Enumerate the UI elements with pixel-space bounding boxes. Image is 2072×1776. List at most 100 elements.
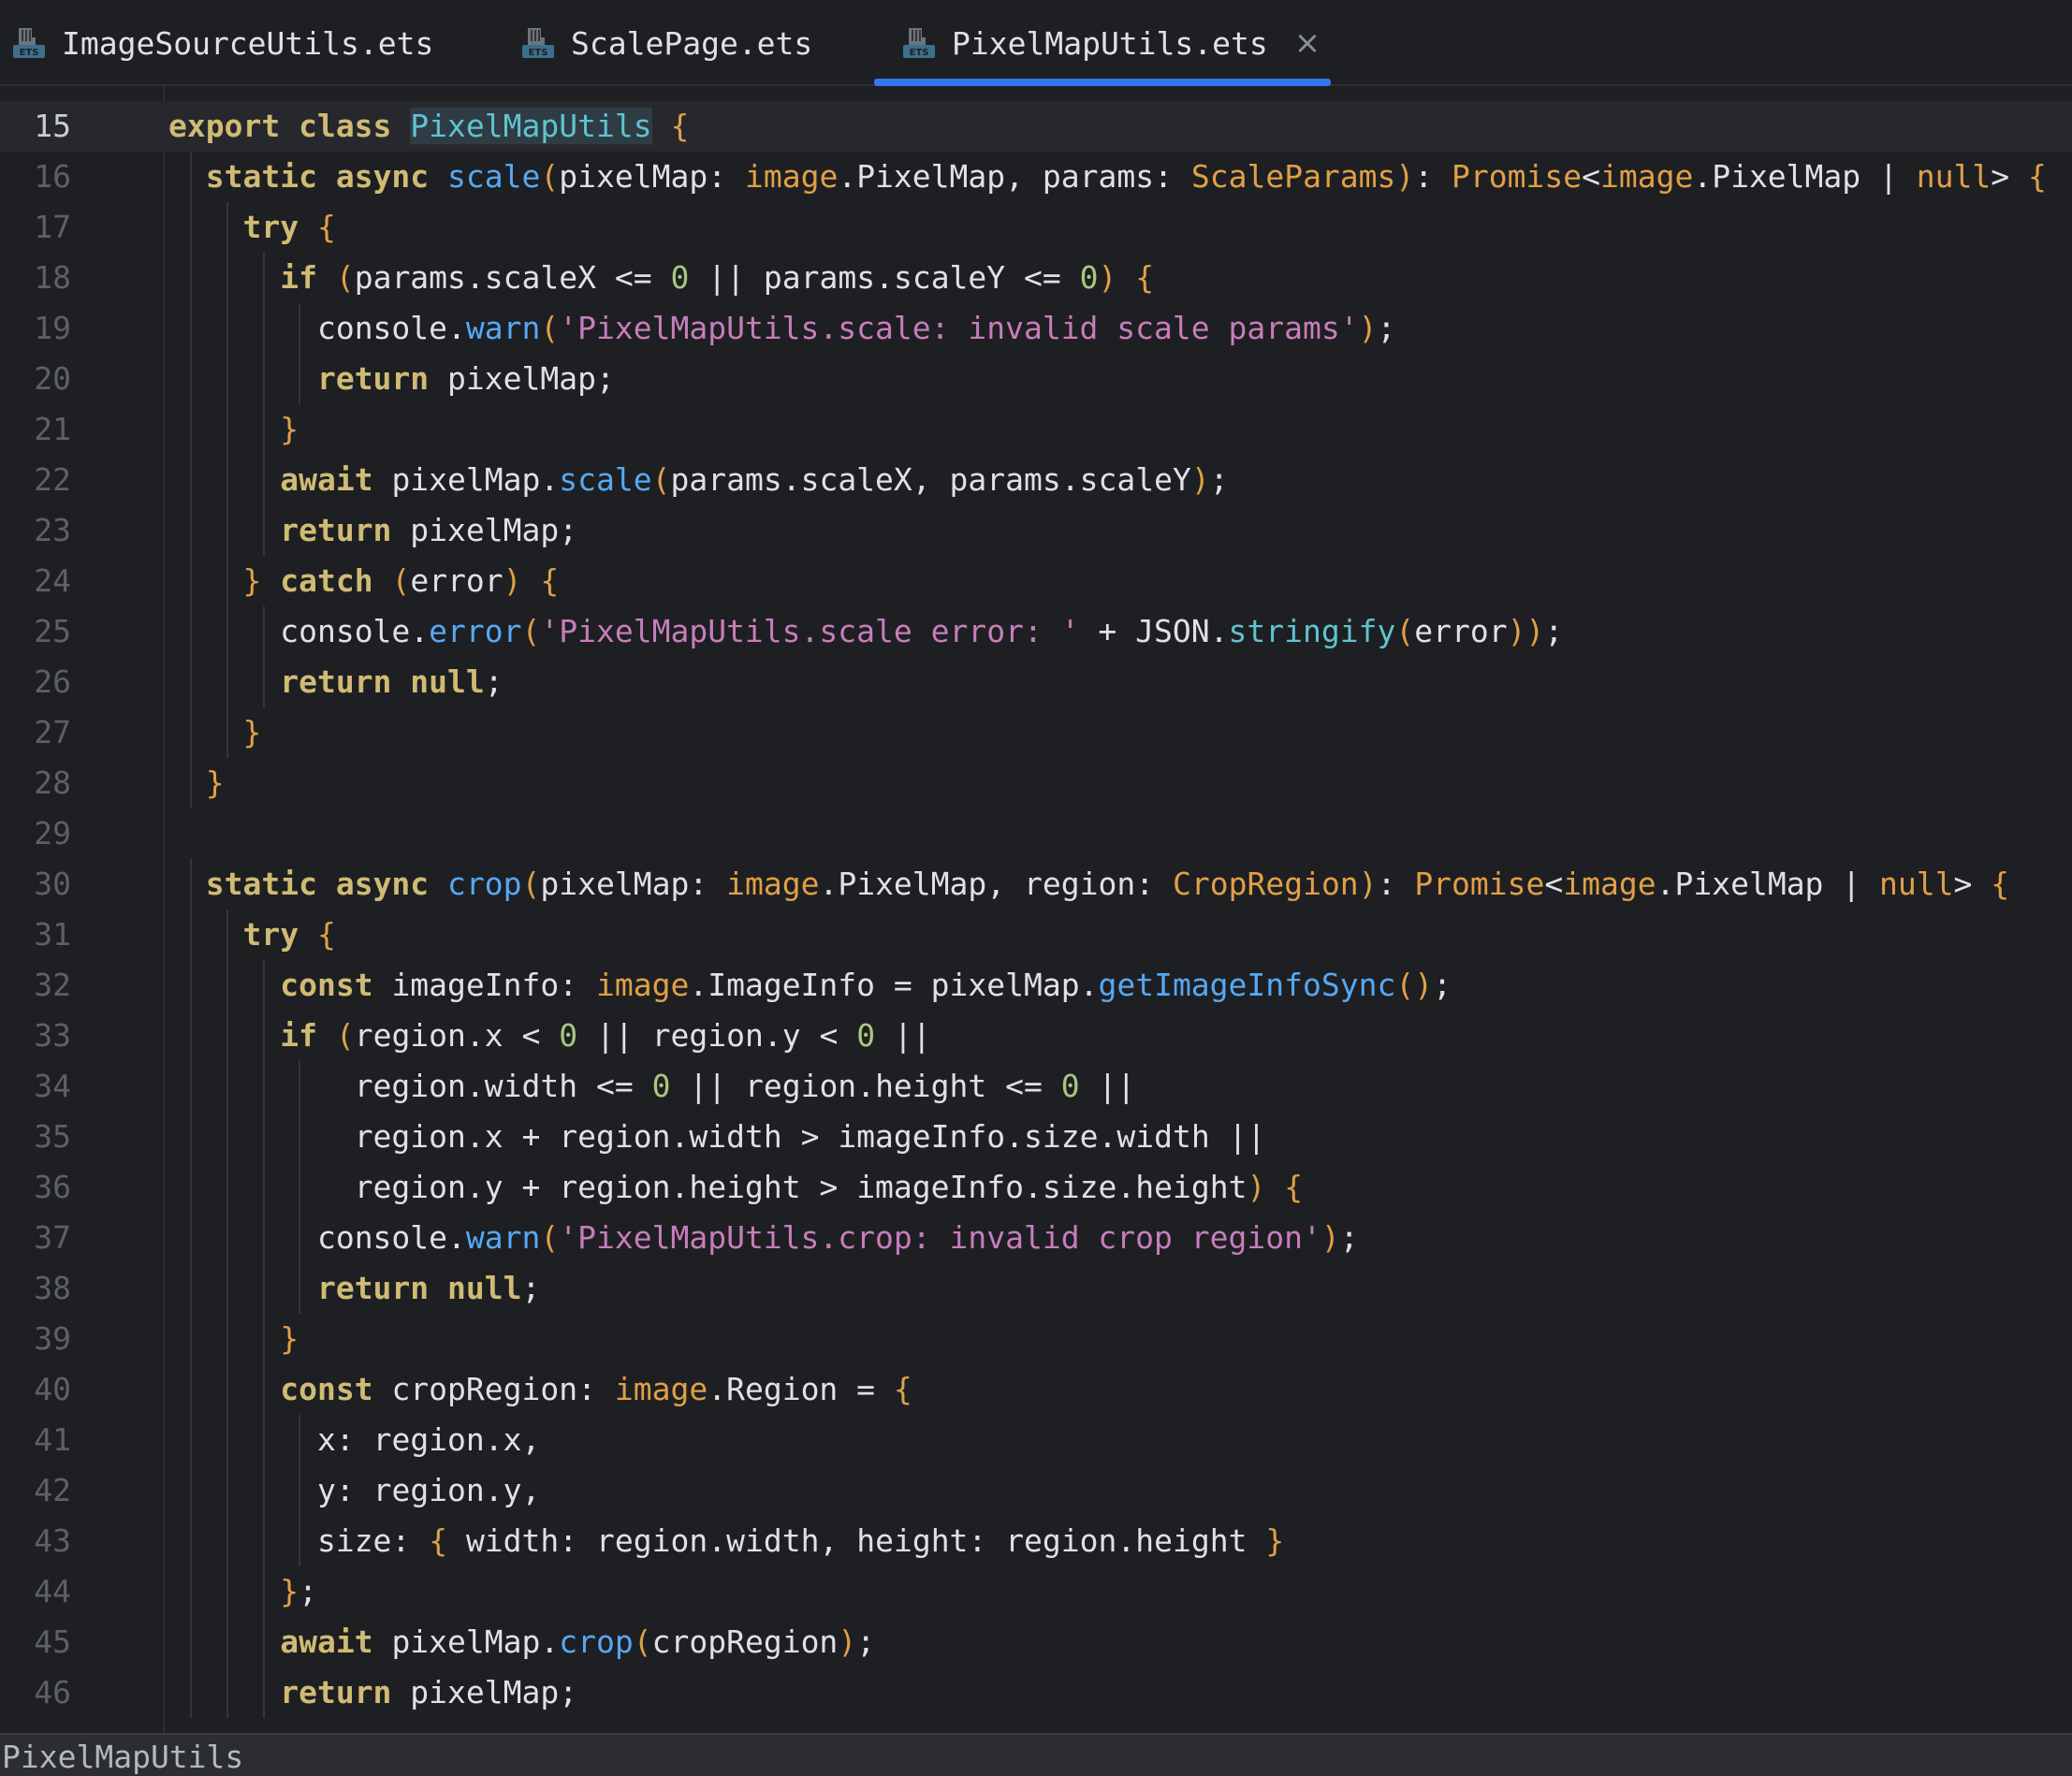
code-line[interactable]: 22 await pixelMap.scale(params.scaleX, p…: [0, 455, 2072, 505]
code-line[interactable]: 32 const imageInfo: image.ImageInfo = pi…: [0, 960, 2072, 1011]
code-token: (: [540, 1219, 560, 1256]
close-icon[interactable]: ×: [1294, 24, 1321, 62]
line-number: 35: [34, 1118, 71, 1155]
code-token: ;: [559, 1674, 578, 1710]
code-line[interactable]: 24 } catch (error) {: [0, 556, 2072, 606]
indent-guide: [226, 303, 228, 354]
indent-guide: [190, 303, 193, 354]
indent-guide: [190, 1162, 193, 1213]
svg-text:ETS: ETS: [910, 48, 929, 58]
code-token: pixelMap: [391, 1623, 541, 1660]
indent-guide: [262, 455, 265, 505]
code-line[interactable]: 17 try {: [0, 202, 2072, 253]
code-token: params: [763, 259, 876, 296]
code-line[interactable]: 35 region.x + region.width > imageInfo.s…: [0, 1112, 2072, 1162]
code-token: Region: [726, 1371, 839, 1407]
code-token: ImageInfo: [708, 967, 876, 1003]
tab-scalepage[interactable]: ETS ScalePage.ets: [520, 0, 812, 86]
code-token: ;: [595, 360, 615, 397]
code-line[interactable]: 43 size: { width: region.width, height: …: [0, 1516, 2072, 1566]
code-line[interactable]: 33 if (region.x < 0 || region.y < 0 ||: [0, 1011, 2072, 1061]
indent-guide: [299, 1162, 301, 1213]
code-line[interactable]: 26 return null;: [0, 657, 2072, 707]
code-token: y: [781, 1017, 801, 1054]
code-token: :: [1377, 866, 1415, 902]
indent-guide: [190, 152, 193, 202]
code-line[interactable]: 41 x: region.x,: [0, 1415, 2072, 1465]
code-line[interactable]: 18 if (params.scaleX <= 0 || params.scal…: [0, 253, 2072, 303]
indent-guide: [190, 859, 193, 910]
code-token: PixelMap: [856, 158, 1006, 195]
indent-guide: [226, 1314, 228, 1364]
code-line[interactable]: 45 await pixelMap.crop(cropRegion);: [0, 1617, 2072, 1667]
code-token: ;: [299, 1573, 317, 1609]
code-token: 0: [1079, 259, 1099, 296]
code-line[interactable]: 27 }: [0, 707, 2072, 758]
code-token: pixelMap: [559, 158, 708, 195]
code-token: params: [1042, 158, 1155, 195]
code-token: console: [280, 613, 411, 649]
indent-guide: [262, 606, 265, 657]
code-token: const: [280, 967, 392, 1003]
code-line[interactable]: 16 static async scale(pixelMap: image.Pi…: [0, 152, 2072, 202]
indent-guide: [226, 1213, 228, 1263]
code-token: region: [559, 1169, 671, 1205]
code-text: return pixelMap;: [168, 1667, 577, 1718]
code-token: 0: [559, 1017, 578, 1054]
code-text: static async scale(pixelMap: image.Pixel…: [168, 152, 2047, 202]
code-text: region.y + region.height > imageInfo.siz…: [168, 1162, 1303, 1213]
breadcrumb[interactable]: PixelMapUtils: [2, 1739, 243, 1776]
code-token: .: [540, 1623, 560, 1660]
code-token: ,: [986, 866, 1025, 902]
indent-guide: [226, 354, 228, 404]
code-line[interactable]: 40 const cropRegion: image.Region = {: [0, 1364, 2072, 1415]
code-token: image: [744, 158, 839, 195]
code-token: .: [708, 1371, 727, 1407]
code-token: ScaleParams: [1190, 158, 1396, 195]
code-line[interactable]: 36 region.y + region.height > imageInfo.…: [0, 1162, 2072, 1213]
code-token: region: [1005, 1522, 1117, 1559]
code-line[interactable]: 25 console.error('PixelMapUtils.scale er…: [0, 606, 2072, 657]
code-line[interactable]: 38 return null;: [0, 1263, 2072, 1314]
code-line[interactable]: 34 region.width <= 0 || region.height <=…: [0, 1061, 2072, 1112]
indent-guide: [226, 1465, 228, 1516]
indent-guide: [262, 1516, 265, 1566]
code-line[interactable]: 30 static async crop(pixelMap: image.Pix…: [0, 859, 2072, 910]
code-line[interactable]: 19 console.warn('PixelMapUtils.scale: in…: [0, 303, 2072, 354]
code-line[interactable]: 44 };: [0, 1566, 2072, 1617]
code-line[interactable]: 21 }: [0, 404, 2072, 455]
code-line[interactable]: 23 return pixelMap;: [0, 505, 2072, 556]
code-line[interactable]: 20 return pixelMap;: [0, 354, 2072, 404]
code-line[interactable]: 31 try {: [0, 910, 2072, 960]
code-token: ;: [484, 663, 503, 700]
code-token: 0: [856, 1017, 876, 1054]
code-token: region: [354, 1169, 466, 1205]
code-line[interactable]: 39 }: [0, 1314, 2072, 1364]
code-token: >: [800, 1169, 857, 1205]
tab-pixelmaputils[interactable]: ETS PixelMapUtils.ets ×: [901, 0, 1321, 86]
code-line[interactable]: 28 }: [0, 758, 2072, 808]
code-line[interactable]: 29: [0, 808, 2072, 859]
code-token: ;: [1209, 461, 1229, 498]
indent-guide: [226, 1112, 228, 1162]
line-number: 18: [34, 259, 71, 296]
code-line[interactable]: 46 return pixelMap;: [0, 1667, 2072, 1718]
code-line[interactable]: 37 console.warn('PixelMapUtils.crop: inv…: [0, 1213, 2072, 1263]
code-line[interactable]: 42 y: region.y,: [0, 1465, 2072, 1516]
code-line[interactable]: 15 export class PixelMapUtils {: [0, 101, 2072, 152]
code-token: :: [577, 1371, 615, 1407]
code-token: if: [280, 259, 336, 296]
line-number: 17: [34, 209, 71, 245]
code-token: .: [1060, 461, 1080, 498]
code-editor[interactable]: 15 export class PixelMapUtils {16 static …: [0, 86, 2072, 1733]
indent-guide: [226, 202, 228, 253]
indent-guide: [262, 657, 265, 707]
tab-imagesourceutils[interactable]: ETS ImageSourceUtils.ets: [11, 0, 433, 86]
indent-guide: [190, 657, 193, 707]
line-number: 28: [34, 764, 71, 801]
code-token: const: [280, 1371, 392, 1407]
